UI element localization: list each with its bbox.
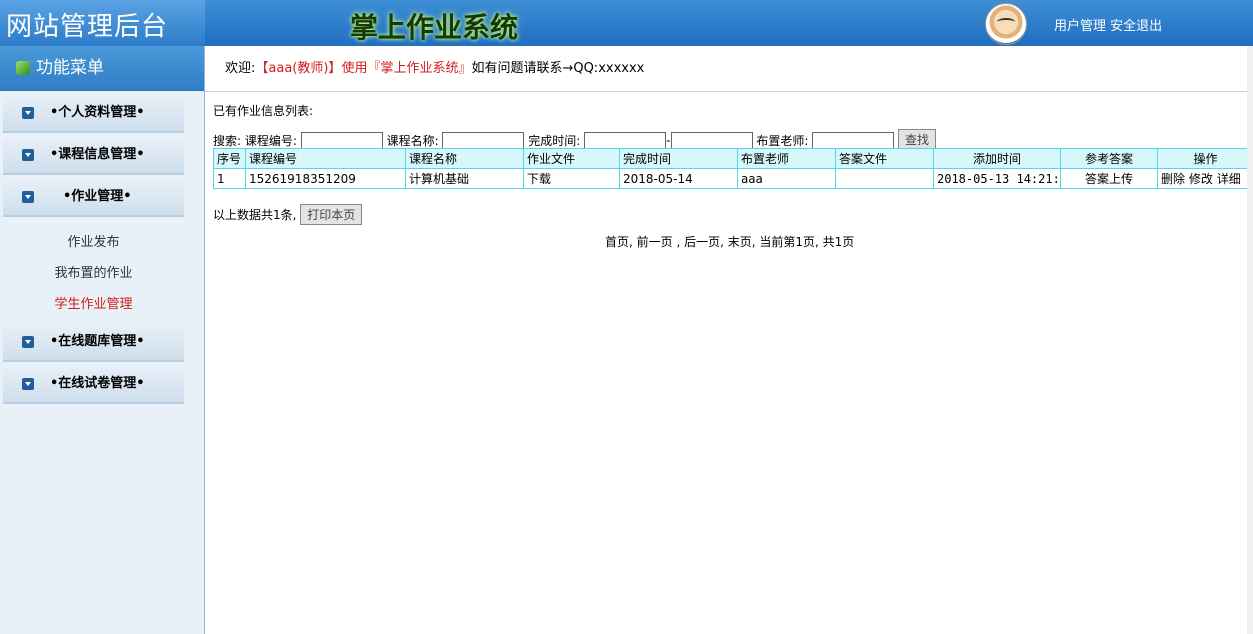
homework-table: 序号 课程编号 课程名称 作业文件 完成时间 布置老师 答案文件 添加时间 参考… bbox=[213, 148, 1253, 189]
menu-group-question-bank[interactable]: •在线题库管理• bbox=[3, 324, 184, 362]
submenu-item-my-homework[interactable]: 我布置的作业 bbox=[3, 258, 184, 289]
menu-group-label: •课程信息管理• bbox=[50, 147, 145, 162]
edit-link[interactable]: 修改 bbox=[1189, 172, 1213, 186]
menu-group-label: •个人资料管理• bbox=[50, 105, 145, 120]
list-title: 已有作业信息列表: bbox=[213, 104, 314, 118]
menu-group-exam[interactable]: •在线试卷管理• bbox=[3, 366, 184, 404]
summary-text: 以上数据共1条, bbox=[213, 208, 297, 222]
cell-course-name: 计算机基础 bbox=[405, 168, 524, 189]
submenu-item-student-homework[interactable]: 学生作业管理 bbox=[3, 289, 184, 320]
table-header: 完成时间 bbox=[619, 148, 738, 169]
teacher-input[interactable] bbox=[812, 131, 895, 150]
answer-upload-link[interactable]: 答案上传 bbox=[1060, 168, 1158, 189]
table-header: 添加时间 bbox=[933, 148, 1061, 169]
pager[interactable]: 首页, 前一页 , 后一页, 末页, 当前第1页, 共1页 bbox=[605, 233, 854, 250]
avatar-icon bbox=[985, 3, 1027, 45]
cell-course-no: 15261918351209 bbox=[245, 168, 406, 189]
scrollbar[interactable] bbox=[1247, 46, 1253, 634]
course-name-label: 课程名称: bbox=[386, 134, 439, 148]
menu-group-label: •在线题库管理• bbox=[50, 334, 145, 349]
expand-icon bbox=[22, 107, 34, 119]
table-row: 1 15261918351209 计算机基础 下载 2018-05-14 aaa… bbox=[213, 168, 1253, 189]
menu-group-homework[interactable]: •作业管理• bbox=[3, 179, 184, 217]
cell-finish-time: 2018-05-14 bbox=[619, 168, 738, 189]
sidebar: 功能菜单 •个人资料管理• •课程信息管理• •作业管理• 作业发布 我布置的作… bbox=[0, 46, 205, 634]
cell-teacher: aaa bbox=[737, 168, 836, 189]
top-links: 用户管理 安全退出 bbox=[1054, 15, 1162, 34]
table-header: 操作 bbox=[1157, 148, 1253, 169]
expand-icon bbox=[22, 191, 34, 203]
menu-group-label: •作业管理• bbox=[63, 189, 132, 204]
table-header-row: 序号 课程编号 课程名称 作业文件 完成时间 布置老师 答案文件 添加时间 参考… bbox=[213, 148, 1253, 169]
table-header: 布置老师 bbox=[737, 148, 836, 169]
detail-link[interactable]: 详细 bbox=[1217, 172, 1241, 186]
cell-answer-file bbox=[835, 168, 934, 189]
user-management-link[interactable]: 用户管理 bbox=[1054, 19, 1106, 34]
teacher-label: 布置老师: bbox=[756, 134, 809, 148]
menu-title: 功能菜单 bbox=[36, 58, 104, 78]
expand-icon bbox=[22, 149, 34, 161]
menu-header: 功能菜单 bbox=[0, 46, 204, 91]
finish-time-label: 完成时间: bbox=[528, 134, 581, 148]
menu-group-label: •在线试卷管理• bbox=[50, 376, 145, 391]
logout-link[interactable]: 安全退出 bbox=[1110, 19, 1162, 34]
menu-group-profile[interactable]: •个人资料管理• bbox=[3, 95, 184, 133]
cell-no: 1 bbox=[213, 168, 246, 189]
system-title: 掌上作业系统 bbox=[350, 11, 519, 44]
top-header: 网站管理后台 掌上作业系统 用户管理 安全退出 bbox=[0, 0, 1253, 46]
welcome-contact: 如有问题请联系→QQ:xxxxxx bbox=[471, 61, 645, 76]
summary-line: 以上数据共1条, 打印本页 bbox=[213, 204, 363, 225]
finish-time-end-input[interactable] bbox=[670, 131, 753, 150]
search-bar: 搜索: 课程编号: 课程名称: 完成时间: - 布置老师: 查找 bbox=[213, 129, 937, 150]
welcome-bar: 欢迎:【aaa(教师)】使用『掌上作业系统』如有问题请联系→QQ:xxxxxx bbox=[205, 46, 1253, 92]
expand-icon bbox=[22, 336, 34, 348]
finish-time-start-input[interactable] bbox=[584, 131, 667, 150]
welcome-user: 【aaa(教师)】 bbox=[255, 61, 342, 76]
course-name-input[interactable] bbox=[442, 131, 525, 150]
delete-link[interactable]: 删除 bbox=[1161, 172, 1185, 186]
brand-title: 网站管理后台 bbox=[6, 12, 169, 42]
course-no-input[interactable] bbox=[300, 131, 383, 150]
print-button[interactable]: 打印本页 bbox=[300, 204, 363, 225]
welcome-use: 使用『掌上作业系统』 bbox=[341, 61, 472, 76]
cell-ops: 删除 修改 详细 bbox=[1157, 168, 1253, 189]
table-header: 课程编号 bbox=[245, 148, 406, 169]
expand-icon bbox=[22, 378, 34, 390]
table-header: 答案文件 bbox=[835, 148, 934, 169]
cube-icon bbox=[16, 61, 30, 75]
find-button[interactable]: 查找 bbox=[898, 129, 937, 150]
search-label: 搜索: bbox=[213, 134, 242, 148]
table-header: 课程名称 bbox=[405, 148, 524, 169]
cell-add-time: 2018-05-13 14:21:49 bbox=[933, 168, 1061, 189]
download-link[interactable]: 下载 bbox=[523, 168, 620, 189]
menu-group-course[interactable]: •课程信息管理• bbox=[3, 137, 184, 175]
table-header: 序号 bbox=[213, 148, 246, 169]
homework-submenu: 作业发布 我布置的作业 学生作业管理 bbox=[3, 227, 184, 320]
welcome-prefix: 欢迎: bbox=[225, 61, 256, 76]
course-no-label: 课程编号: bbox=[244, 134, 297, 148]
table-header: 作业文件 bbox=[523, 148, 620, 169]
submenu-item-publish[interactable]: 作业发布 bbox=[3, 227, 184, 258]
table-header: 参考答案 bbox=[1060, 148, 1158, 169]
